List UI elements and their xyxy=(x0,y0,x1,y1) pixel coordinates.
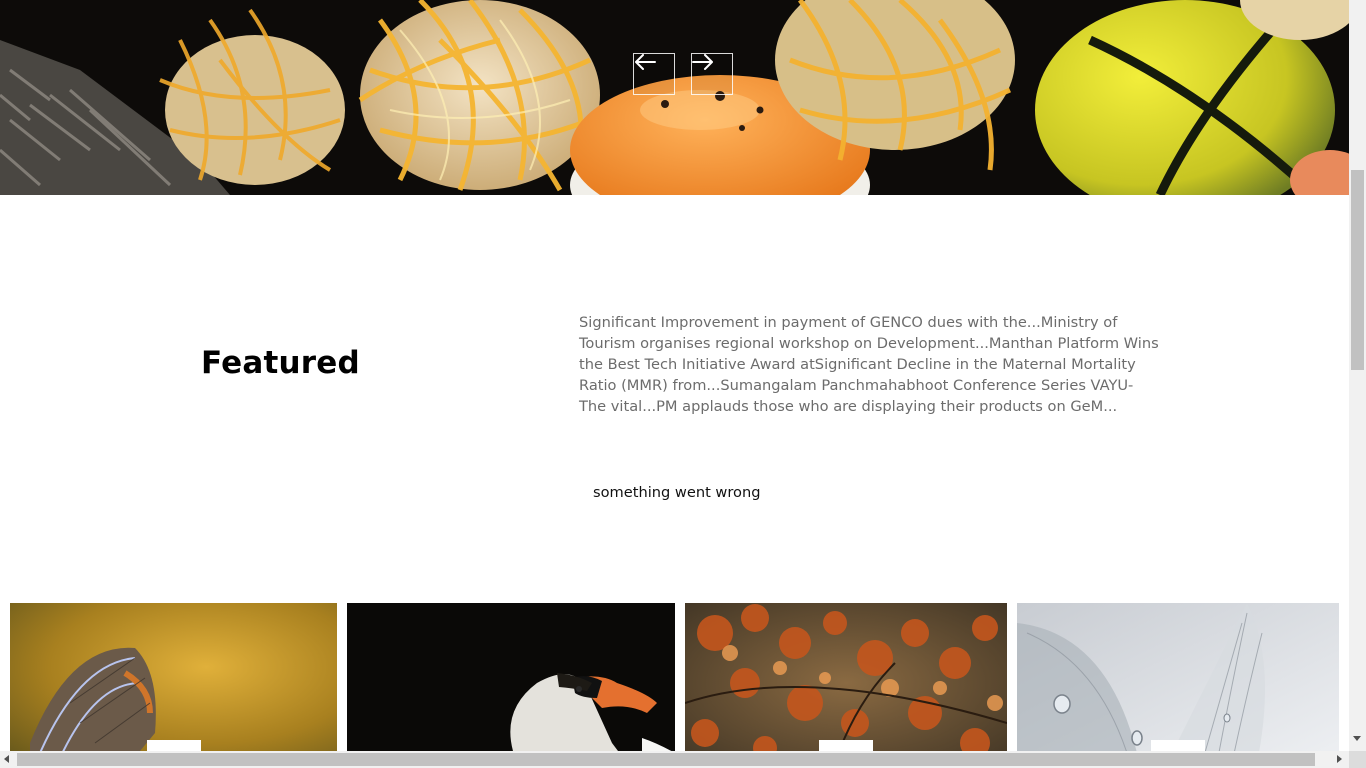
slider-prev-button[interactable] xyxy=(633,53,675,95)
vertical-scrollbar-thumb[interactable] xyxy=(1351,170,1364,370)
swan-image xyxy=(347,603,675,751)
featured-news-text: Significant Improvement in payment of GE… xyxy=(579,314,1159,415)
autumn-leaves-image xyxy=(685,603,1007,751)
scrollbar-corner xyxy=(1349,751,1366,768)
tile-label-tag xyxy=(1151,740,1205,751)
slider-next-button[interactable] xyxy=(691,53,733,95)
arrow-left-icon xyxy=(635,54,656,70)
arrow-right-icon xyxy=(692,54,713,70)
hero-slider xyxy=(0,0,1349,195)
horizontal-scrollbar[interactable] xyxy=(0,751,1349,768)
page-viewport: Featured Significant Improvement in paym… xyxy=(0,0,1349,751)
hero-image xyxy=(0,0,1349,195)
scroll-left-arrow-icon[interactable] xyxy=(4,755,9,763)
butterfly-image xyxy=(10,603,337,751)
tile-label-tag xyxy=(819,740,873,751)
gallery-tile-swan[interactable] xyxy=(347,603,675,751)
gallery-tile-water-drops[interactable] xyxy=(1017,603,1339,751)
water-drops-image xyxy=(1017,603,1339,751)
error-message: something went wrong xyxy=(593,484,761,501)
horizontal-scrollbar-thumb[interactable] xyxy=(17,753,1315,766)
gallery-tile-leaves[interactable] xyxy=(685,603,1007,751)
scroll-right-arrow-icon[interactable] xyxy=(1337,755,1342,763)
gallery-tile-butterfly[interactable] xyxy=(10,603,337,751)
tile-label-tag xyxy=(147,740,201,751)
vertical-scrollbar[interactable] xyxy=(1349,0,1366,751)
featured-title: Featured xyxy=(201,345,360,381)
scroll-down-arrow-icon[interactable] xyxy=(1353,736,1361,741)
